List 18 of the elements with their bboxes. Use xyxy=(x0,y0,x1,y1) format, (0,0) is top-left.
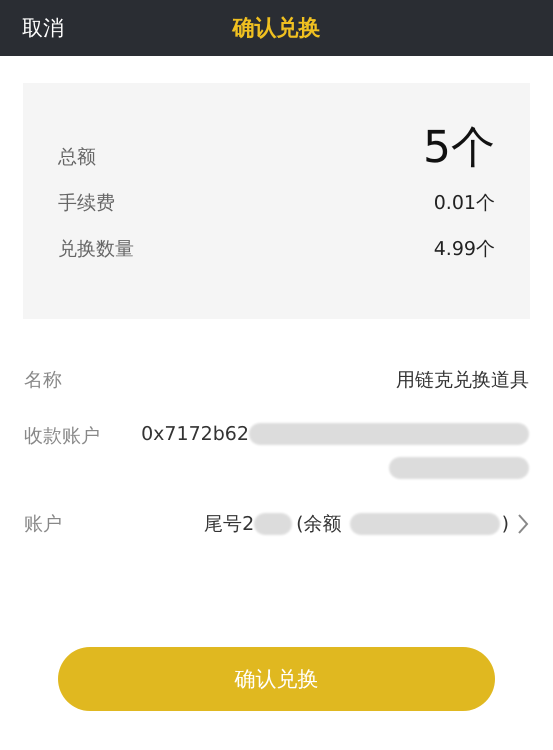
balance-label: (余额 xyxy=(296,512,342,537)
account-tail: 尾号2 xyxy=(204,512,254,537)
balance-close: ) xyxy=(502,513,509,535)
summary-value: 0.01个 xyxy=(434,191,495,216)
summary-value: 4.99个 xyxy=(434,237,495,262)
name-label: 名称 xyxy=(24,368,62,393)
account-label: 账户 xyxy=(24,512,62,537)
payee-address: 0x7172b62 xyxy=(141,423,249,445)
page-title: 确认兑换 xyxy=(232,15,320,43)
redaction xyxy=(254,513,292,535)
total-label: 总额 xyxy=(58,145,96,170)
payee-label: 收款账户 xyxy=(24,424,100,449)
summary-label: 兑换数量 xyxy=(58,237,134,262)
cancel-button[interactable]: 取消 xyxy=(22,14,64,42)
chevron-right-icon[interactable] xyxy=(517,513,529,535)
summary-label: 手续费 xyxy=(58,191,115,216)
name-value: 用链克兑换道具 xyxy=(396,368,529,393)
total-value: 5个 xyxy=(423,126,495,170)
